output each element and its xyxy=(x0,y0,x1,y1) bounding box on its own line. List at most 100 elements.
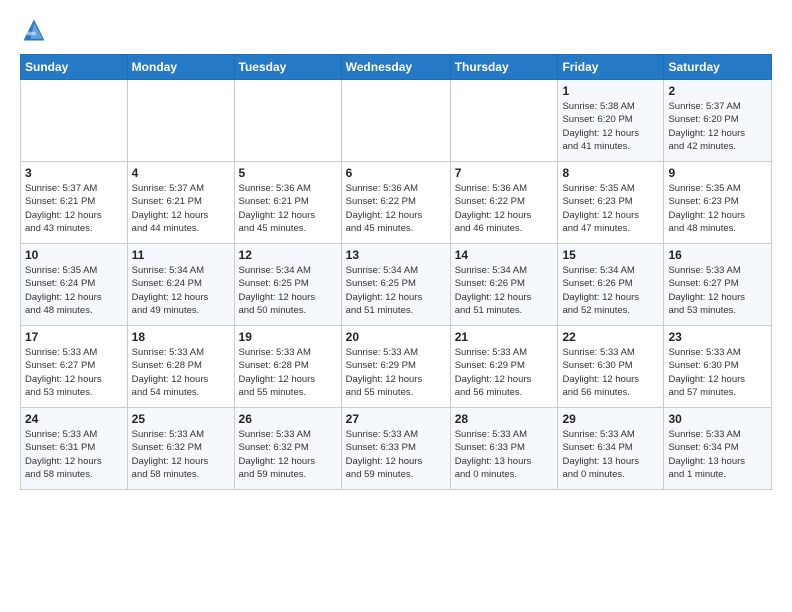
day-info: Sunrise: 5:33 AM Sunset: 6:31 PM Dayligh… xyxy=(25,428,123,481)
day-info: Sunrise: 5:33 AM Sunset: 6:29 PM Dayligh… xyxy=(455,346,554,399)
calendar-cell: 3Sunrise: 5:37 AM Sunset: 6:21 PM Daylig… xyxy=(21,162,128,244)
calendar-cell: 21 Sunrise: 5:33 AM Sunset: 6:29 PM Dayli… xyxy=(450,326,558,408)
weekday-header-friday: Friday xyxy=(558,55,664,80)
calendar-cell xyxy=(341,80,450,162)
day-number: 1 xyxy=(562,84,659,98)
day-number: 26 xyxy=(239,412,337,426)
calendar: SundayMondayTuesdayWednesdayThursdayFrid… xyxy=(20,54,772,490)
calendar-cell: 6 Sunrise: 5:36 AM Sunset: 6:22 PM Daylig… xyxy=(341,162,450,244)
calendar-cell: 16Sunrise: 5:33 AM Sunset: 6:27 PM Dayli… xyxy=(664,244,772,326)
day-info: Sunrise: 5:33 AM Sunset: 6:29 PM Dayligh… xyxy=(346,346,446,399)
day-info: Sunrise: 5:33 AM Sunset: 6:34 PM Dayligh… xyxy=(562,428,659,481)
page: SundayMondayTuesdayWednesdayThursdayFrid… xyxy=(0,0,792,612)
day-number: 2 xyxy=(668,84,767,98)
weekday-header-saturday: Saturday xyxy=(664,55,772,80)
calendar-cell: 26Sunrise: 5:33 AM Sunset: 6:32 PM Dayli… xyxy=(234,408,341,490)
day-number: 11 xyxy=(132,248,230,262)
day-number: 23 xyxy=(668,330,767,344)
calendar-cell: 2Sunrise: 5:37 AM Sunset: 6:20 PM Daylig… xyxy=(664,80,772,162)
day-number: 28 xyxy=(455,412,554,426)
day-number: 13 xyxy=(346,248,446,262)
calendar-cell: 30 Sunrise: 5:33 AM Sunset: 6:34 PM Dayli… xyxy=(664,408,772,490)
day-info: Sunrise: 5:33 AM Sunset: 6:28 PM Dayligh… xyxy=(132,346,230,399)
day-number: 17 xyxy=(25,330,123,344)
day-info: Sunrise: 5:33 AM Sunset: 6:30 PM Dayligh… xyxy=(668,346,767,399)
calendar-cell: 17 Sunrise: 5:33 AM Sunset: 6:27 PM Dayli… xyxy=(21,326,128,408)
day-number: 3 xyxy=(25,166,123,180)
day-number: 24 xyxy=(25,412,123,426)
weekday-header-tuesday: Tuesday xyxy=(234,55,341,80)
day-info: Sunrise: 5:34 AM Sunset: 6:25 PM Dayligh… xyxy=(239,264,337,317)
day-number: 14 xyxy=(455,248,554,262)
day-info: Sunrise: 5:36 AM Sunset: 6:21 PM Dayligh… xyxy=(239,182,337,235)
day-number: 6 xyxy=(346,166,446,180)
calendar-cell: 23 Sunrise: 5:33 AM Sunset: 6:30 PM Dayli… xyxy=(664,326,772,408)
week-row-2: 3 Sunrise: 5:37 AM Sunset: 6:21 PM Daylig… xyxy=(21,162,772,244)
day-number: 18 xyxy=(132,330,230,344)
calendar-cell: 10 Sunrise: 5:35 AM Sunset: 6:24 PM Dayli… xyxy=(21,244,128,326)
weekday-header-monday: Monday xyxy=(127,55,234,80)
day-number: 22 xyxy=(562,330,659,344)
day-number: 19 xyxy=(239,330,337,344)
calendar-cell: 9Sunrise: 5:35 AM Sunset: 6:23 PM Daylig… xyxy=(664,162,772,244)
day-info: Sunrise: 5:34 AM Sunset: 6:24 PM Dayligh… xyxy=(132,264,230,317)
week-row-1: 1Sunrise: 5:38 AM Sunset: 6:20 PM Daylig… xyxy=(21,80,772,162)
calendar-cell: 7 Sunrise: 5:36 AM Sunset: 6:22 PM Daylig… xyxy=(450,162,558,244)
weekday-header-thursday: Thursday xyxy=(450,55,558,80)
calendar-cell: 1Sunrise: 5:38 AM Sunset: 6:20 PM Daylig… xyxy=(558,80,664,162)
calendar-cell: 20 Sunrise: 5:33 AM Sunset: 6:29 PM Dayli… xyxy=(341,326,450,408)
day-info: Sunrise: 5:37 AM Sunset: 6:21 PM Dayligh… xyxy=(132,182,230,235)
day-number: 12 xyxy=(239,248,337,262)
calendar-cell: 11 Sunrise: 5:34 AM Sunset: 6:24 PM Dayli… xyxy=(127,244,234,326)
day-number: 27 xyxy=(346,412,446,426)
calendar-cell: 4Sunrise: 5:37 AM Sunset: 6:21 PM Daylig… xyxy=(127,162,234,244)
day-number: 21 xyxy=(455,330,554,344)
weekday-header-row: SundayMondayTuesdayWednesdayThursdayFrid… xyxy=(21,55,772,80)
weekday-header-wednesday: Wednesday xyxy=(341,55,450,80)
day-number: 10 xyxy=(25,248,123,262)
calendar-cell: 19 Sunrise: 5:33 AM Sunset: 6:28 PM Dayli… xyxy=(234,326,341,408)
day-info: Sunrise: 5:33 AM Sunset: 6:28 PM Dayligh… xyxy=(239,346,337,399)
day-info: Sunrise: 5:36 AM Sunset: 6:22 PM Dayligh… xyxy=(455,182,554,235)
calendar-cell: 29Sunrise: 5:33 AM Sunset: 6:34 PM Dayli… xyxy=(558,408,664,490)
day-info: Sunrise: 5:33 AM Sunset: 6:27 PM Dayligh… xyxy=(668,264,767,317)
calendar-cell: 27 Sunrise: 5:33 AM Sunset: 6:33 PM Dayli… xyxy=(341,408,450,490)
day-info: Sunrise: 5:33 AM Sunset: 6:34 PM Dayligh… xyxy=(668,428,767,481)
logo xyxy=(20,16,52,44)
calendar-cell: 14Sunrise: 5:34 AM Sunset: 6:26 PM Dayli… xyxy=(450,244,558,326)
calendar-cell: 24 Sunrise: 5:33 AM Sunset: 6:31 PM Dayli… xyxy=(21,408,128,490)
day-info: Sunrise: 5:35 AM Sunset: 6:23 PM Dayligh… xyxy=(562,182,659,235)
calendar-cell xyxy=(127,80,234,162)
calendar-cell: 28 Sunrise: 5:33 AM Sunset: 6:33 PM Dayli… xyxy=(450,408,558,490)
calendar-cell xyxy=(234,80,341,162)
calendar-cell: 18 Sunrise: 5:33 AM Sunset: 6:28 PM Dayli… xyxy=(127,326,234,408)
calendar-cell xyxy=(450,80,558,162)
day-info: Sunrise: 5:33 AM Sunset: 6:27 PM Dayligh… xyxy=(25,346,123,399)
day-info: Sunrise: 5:36 AM Sunset: 6:22 PM Dayligh… xyxy=(346,182,446,235)
calendar-cell: 13 Sunrise: 5:34 AM Sunset: 6:25 PM Dayli… xyxy=(341,244,450,326)
week-row-4: 17 Sunrise: 5:33 AM Sunset: 6:27 PM Dayli… xyxy=(21,326,772,408)
calendar-cell xyxy=(21,80,128,162)
day-info: Sunrise: 5:35 AM Sunset: 6:23 PM Dayligh… xyxy=(668,182,767,235)
day-number: 25 xyxy=(132,412,230,426)
weekday-header-sunday: Sunday xyxy=(21,55,128,80)
day-number: 15 xyxy=(562,248,659,262)
day-info: Sunrise: 5:33 AM Sunset: 6:32 PM Dayligh… xyxy=(132,428,230,481)
calendar-cell: 15Sunrise: 5:34 AM Sunset: 6:26 PM Dayli… xyxy=(558,244,664,326)
day-number: 5 xyxy=(239,166,337,180)
calendar-cell: 25 Sunrise: 5:33 AM Sunset: 6:32 PM Dayli… xyxy=(127,408,234,490)
day-number: 7 xyxy=(455,166,554,180)
day-number: 20 xyxy=(346,330,446,344)
week-row-3: 10 Sunrise: 5:35 AM Sunset: 6:24 PM Dayli… xyxy=(21,244,772,326)
day-info: Sunrise: 5:34 AM Sunset: 6:25 PM Dayligh… xyxy=(346,264,446,317)
calendar-cell: 8Sunrise: 5:35 AM Sunset: 6:23 PM Daylig… xyxy=(558,162,664,244)
day-info: Sunrise: 5:33 AM Sunset: 6:33 PM Dayligh… xyxy=(346,428,446,481)
calendar-cell: 5 Sunrise: 5:36 AM Sunset: 6:21 PM Daylig… xyxy=(234,162,341,244)
day-info: Sunrise: 5:33 AM Sunset: 6:33 PM Dayligh… xyxy=(455,428,554,481)
day-number: 30 xyxy=(668,412,767,426)
day-info: Sunrise: 5:35 AM Sunset: 6:24 PM Dayligh… xyxy=(25,264,123,317)
calendar-cell: 12 Sunrise: 5:34 AM Sunset: 6:25 PM Dayli… xyxy=(234,244,341,326)
calendar-cell: 22 Sunrise: 5:33 AM Sunset: 6:30 PM Dayli… xyxy=(558,326,664,408)
day-info: Sunrise: 5:33 AM Sunset: 6:30 PM Dayligh… xyxy=(562,346,659,399)
logo-icon xyxy=(20,16,48,44)
